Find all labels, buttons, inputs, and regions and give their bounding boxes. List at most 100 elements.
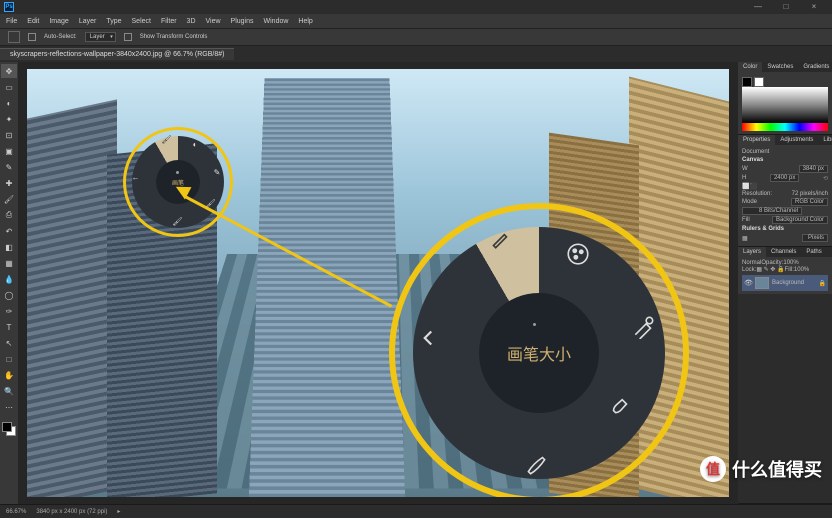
tab-layers[interactable]: Layers — [738, 247, 766, 257]
brush-select-icon[interactable] — [485, 224, 515, 254]
document-tab[interactable]: skyscrapers-reflections-wallpaper-3840x2… — [0, 48, 234, 60]
menu-edit[interactable]: Edit — [27, 18, 39, 25]
menu-type[interactable]: Type — [106, 18, 121, 25]
height-field[interactable]: 2400 px — [770, 174, 799, 182]
back-arrow-icon[interactable]: ← — [130, 171, 142, 183]
show-transform-checkbox[interactable] — [124, 33, 132, 41]
menu-window[interactable]: Window — [264, 18, 289, 25]
tab-properties[interactable]: Properties — [738, 135, 775, 145]
lock-label: Lock: — [742, 267, 756, 273]
tab-libraries[interactable]: Libraries — [818, 135, 832, 145]
minimize-button[interactable]: — — [744, 0, 772, 14]
width-field[interactable]: 3840 px — [799, 165, 828, 173]
resolution-label: Resolution: — [742, 191, 772, 197]
heal-tool[interactable]: ✚ — [1, 176, 17, 190]
radial-menu-large[interactable]: 画笔大小 — [389, 203, 689, 497]
brush-alt-icon[interactable] — [521, 449, 551, 479]
show-transform-label: Show Transform Controls — [140, 34, 208, 40]
eyedropper-tool[interactable]: ✎ — [1, 160, 17, 174]
rulers-section-label: Rulers & Grids — [742, 226, 828, 232]
back-arrow-icon[interactable] — [413, 323, 443, 353]
height-label: H — [742, 175, 746, 181]
pen-tool[interactable]: ✑ — [1, 304, 17, 318]
paint-icon[interactable]: ✎ — [211, 167, 223, 179]
lock-icons[interactable]: ▦ ✎ ✥ 🔒 — [756, 267, 784, 273]
stamp-tool[interactable]: ⎙ — [1, 208, 17, 222]
tab-color[interactable]: Color — [738, 62, 762, 72]
eraser-tool[interactable]: ◧ — [1, 240, 17, 254]
current-tool-icon[interactable] — [8, 31, 20, 43]
paint-icon[interactable] — [629, 311, 659, 341]
tab-gradients[interactable]: Gradients — [798, 62, 832, 72]
dodge-tool[interactable]: ◯ — [1, 288, 17, 302]
zoom-level[interactable]: 66.67% — [6, 509, 26, 515]
move-tool[interactable]: ✥ — [1, 64, 17, 78]
fg-swatch[interactable] — [742, 77, 752, 87]
layer-thumbnail[interactable] — [755, 277, 769, 289]
layer-name[interactable]: Background — [772, 280, 804, 286]
wand-tool[interactable]: ✦ — [1, 112, 17, 126]
blur-tool[interactable]: 💧 — [1, 272, 17, 286]
hue-strip[interactable] — [742, 123, 828, 131]
orientation-icons[interactable]: ⬜⬛ — [742, 183, 757, 190]
fill-label: Fill — [742, 217, 750, 223]
type-tool[interactable]: T — [1, 320, 17, 334]
tab-swatches[interactable]: Swatches — [762, 62, 798, 72]
canvas-area: 画笔 ◐ ✎ 🖌 🖌 ← 🖌 画笔大小 — [18, 62, 738, 504]
maximize-button[interactable]: □ — [772, 0, 800, 14]
menu-plugins[interactable]: Plugins — [231, 18, 254, 25]
options-bar: Auto-Select: Layer Show Transform Contro… — [0, 28, 832, 46]
bg-swatch[interactable] — [754, 77, 764, 87]
auto-select-label: Auto-Select: — [44, 34, 77, 40]
menu-view[interactable]: View — [206, 18, 221, 25]
crop-tool[interactable]: ⊡ — [1, 128, 17, 142]
fill-opacity-label: Fill: — [785, 267, 794, 273]
fill-dropdown[interactable]: Background Color — [772, 216, 828, 224]
color-panel: Color Swatches Gradients Patterns — [738, 62, 832, 135]
menu-layer[interactable]: Layer — [79, 18, 97, 25]
menu-help[interactable]: Help — [298, 18, 312, 25]
fill-opacity-field[interactable]: 100% — [794, 267, 809, 273]
zoom-tool[interactable]: 🔍 — [1, 384, 17, 398]
doc-info-chevron-icon[interactable]: ▸ — [117, 508, 120, 515]
frame-tool[interactable]: ▣ — [1, 144, 17, 158]
brush-select-icon[interactable]: 🖌 — [160, 134, 172, 146]
tab-channels[interactable]: Channels — [766, 247, 801, 257]
link-dimensions-icon[interactable]: ⟲ — [823, 175, 828, 182]
gradient-tool[interactable]: ▦ — [1, 256, 17, 270]
doc-info[interactable]: 3840 px x 2400 px (72 ppi) — [36, 509, 107, 515]
bits-dropdown[interactable]: 8 Bits/Channel — [742, 207, 802, 215]
radial-dot — [176, 171, 179, 174]
visibility-icon[interactable]: 👁 — [744, 279, 752, 287]
palette-icon[interactable] — [563, 239, 593, 269]
color-swatches[interactable] — [0, 420, 18, 438]
lasso-tool[interactable]: ◐ — [1, 96, 17, 110]
history-brush-tool[interactable]: ↶ — [1, 224, 17, 238]
shape-tool[interactable]: □ — [1, 352, 17, 366]
menu-filter[interactable]: Filter — [161, 18, 177, 25]
menu-image[interactable]: Image — [49, 18, 68, 25]
edit-toolbar[interactable]: ⋯ — [1, 400, 17, 414]
menu-select[interactable]: Select — [132, 18, 151, 25]
marquee-tool[interactable]: ▭ — [1, 80, 17, 94]
close-button[interactable]: × — [800, 0, 828, 14]
menu-file[interactable]: File — [6, 18, 17, 25]
layer-row[interactable]: 👁 Background 🔒 — [742, 275, 828, 291]
foreground-color[interactable] — [2, 422, 12, 432]
auto-select-dropdown[interactable]: Layer — [85, 32, 116, 42]
brush-alt-icon[interactable]: 🖌 — [171, 215, 183, 227]
brush-tool[interactable]: 🖌 — [1, 192, 17, 206]
canvas[interactable]: 画笔 ◐ ✎ 🖌 🖌 ← 🖌 画笔大小 — [27, 69, 729, 497]
palette-icon[interactable]: ◐ — [189, 138, 201, 150]
menu-3d[interactable]: 3D — [187, 18, 196, 25]
hand-tool[interactable]: ✋ — [1, 368, 17, 382]
brush-icon[interactable] — [605, 389, 635, 419]
color-ramp[interactable] — [742, 87, 828, 123]
mode-dropdown[interactable]: RGB Color — [791, 198, 828, 206]
tab-adjustments[interactable]: Adjustments — [775, 135, 818, 145]
resolution-value[interactable]: 72 pixels/inch — [792, 191, 828, 197]
path-tool[interactable]: ↖ — [1, 336, 17, 350]
auto-select-checkbox[interactable] — [28, 33, 36, 41]
ruler-units-dropdown[interactable]: Pixels — [802, 234, 828, 242]
tab-paths[interactable]: Paths — [801, 247, 826, 257]
